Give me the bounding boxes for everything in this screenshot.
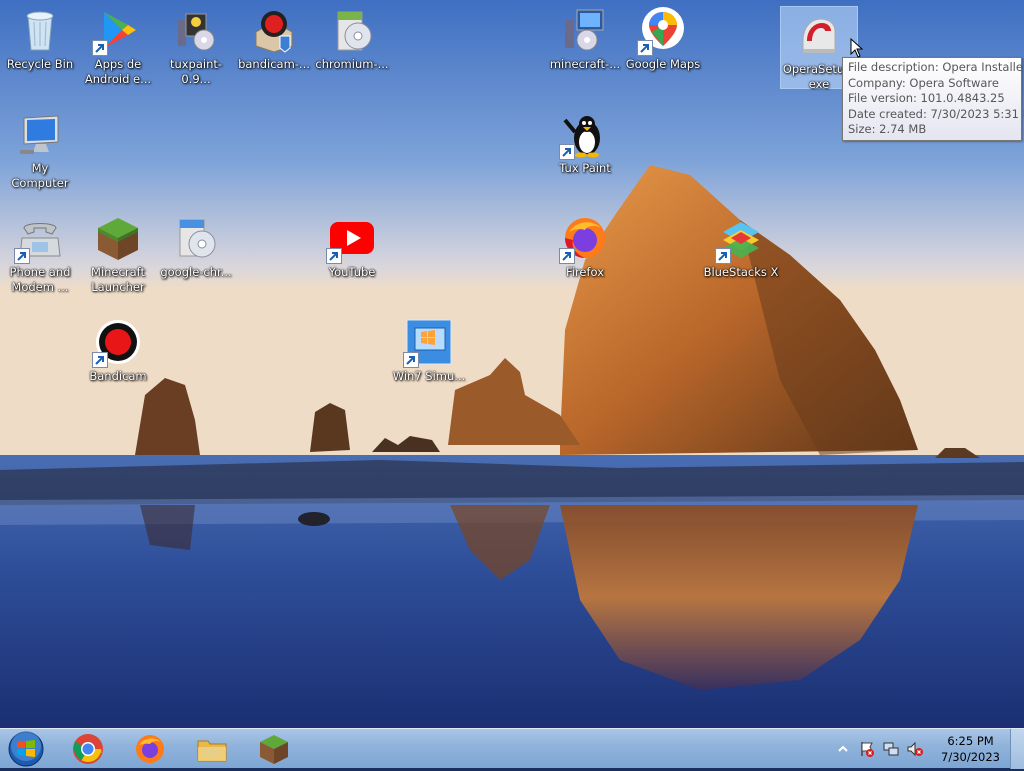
desktop-icon-phone-and-modem[interactable]: Phone and Modem ...	[1, 210, 79, 296]
tooltip-date-created: Date created: 7/30/2023 5:31 PM	[848, 106, 1024, 121]
google-maps-icon	[637, 6, 687, 56]
desktop-icon-chromium-installer[interactable]: chromium-...	[313, 2, 391, 88]
desktop-icon-google-chrome-installer[interactable]: google-chr...	[157, 210, 235, 296]
tooltip-file-description: File description: Opera Installer	[848, 60, 1024, 74]
desktop-icon-tux-paint[interactable]: Tux Paint	[546, 106, 624, 192]
shortcut-arrow-icon	[326, 248, 342, 264]
desktop-icon-minecraft-launcher[interactable]: Minecraft Launcher	[79, 210, 157, 296]
desktop-icon-recycle-bin[interactable]: Recycle Bin	[1, 2, 79, 88]
show-desktop-button[interactable]	[1010, 729, 1024, 769]
bandicam-installer-icon	[250, 6, 298, 54]
tux-penguin-icon	[559, 110, 609, 160]
clock-date: 7/30/2023	[941, 750, 1000, 764]
network-icon[interactable]	[882, 740, 900, 758]
show-hidden-icons-chevron-icon[interactable]	[834, 740, 852, 758]
desktop-icon-bandicam-installer[interactable]: bandicam-...	[235, 2, 313, 88]
windows-orb-icon	[8, 731, 44, 767]
system-tray: 6:25 PM 7/30/2023	[831, 729, 1006, 769]
win7-simulator-icon	[403, 318, 453, 368]
desktop-icon-bluestacks-x[interactable]: BlueStacks X	[702, 210, 780, 296]
taskbar: 6:25 PM 7/30/2023	[0, 728, 1024, 769]
shortcut-arrow-icon	[92, 40, 108, 56]
shortcut-arrow-icon	[559, 248, 575, 264]
chrome-icon	[73, 734, 103, 764]
installer-disc-icon	[172, 214, 220, 262]
desktop-icon-minecraft-installer[interactable]: minecraft-...	[546, 2, 624, 88]
firefox-icon	[559, 214, 609, 264]
shortcut-arrow-icon	[715, 248, 731, 264]
bandicam-icon	[92, 318, 142, 368]
tooltip-company: Company: Opera Software	[848, 75, 999, 90]
mouse-pointer-icon	[850, 38, 864, 58]
desktop-icon-google-maps[interactable]: Google Maps	[624, 2, 702, 88]
youtube-icon	[326, 214, 376, 264]
shortcut-arrow-icon	[14, 248, 30, 264]
taskbar-clock[interactable]: 6:25 PM 7/30/2023	[941, 733, 1000, 765]
taskbar-app-explorer[interactable]	[188, 731, 236, 767]
installer-icon	[172, 6, 220, 54]
minecraft-grass-block-icon	[94, 214, 142, 262]
taskbar-app-firefox[interactable]	[126, 731, 174, 767]
desktop-icon-youtube[interactable]: YouTube	[313, 210, 391, 296]
phone-modem-icon	[14, 214, 64, 264]
shortcut-arrow-icon	[403, 352, 419, 368]
desktop-icon-bandicam[interactable]: Bandicam	[79, 314, 157, 400]
minecraft-grass-block-icon	[260, 735, 288, 764]
my-computer-icon	[16, 110, 64, 158]
desktop-icon-firefox[interactable]: Firefox	[546, 210, 624, 296]
clock-time: 6:25 PM	[947, 734, 994, 748]
start-button[interactable]	[4, 730, 48, 768]
opera-installer-icon	[795, 11, 843, 59]
file-info-tooltip: File description: Opera Installer Compan…	[842, 57, 1024, 141]
google-play-icon	[92, 6, 142, 56]
tooltip-size: Size: 2.74 MB	[848, 122, 927, 136]
taskbar-app-chrome[interactable]	[64, 731, 112, 767]
desktop-icon-tuxpaint-installer[interactable]: tuxpaint-0.9...	[157, 2, 235, 88]
desktop-icon-apps-de-android[interactable]: Apps de Android e...	[79, 2, 157, 88]
action-center-flag-icon[interactable]	[858, 740, 876, 758]
setup-computer-icon	[561, 6, 609, 54]
desktop-icon-win7-simulator[interactable]: Win7 Simu...	[390, 314, 468, 400]
taskbar-app-minecraft[interactable]	[250, 731, 298, 767]
recycle-bin-icon	[16, 6, 64, 54]
shortcut-arrow-icon	[92, 352, 108, 368]
folder-icon	[197, 740, 227, 762]
firefox-icon	[136, 735, 164, 763]
tooltip-file-version: File version: 101.0.4843.25	[848, 91, 1005, 105]
installer-disc-icon	[328, 6, 376, 54]
shortcut-arrow-icon	[559, 144, 575, 160]
shortcut-arrow-icon	[637, 40, 653, 56]
desktop-icon-my-computer[interactable]: My Computer	[1, 106, 79, 192]
volume-muted-icon[interactable]	[906, 740, 924, 758]
bluestacks-icon	[715, 214, 765, 264]
